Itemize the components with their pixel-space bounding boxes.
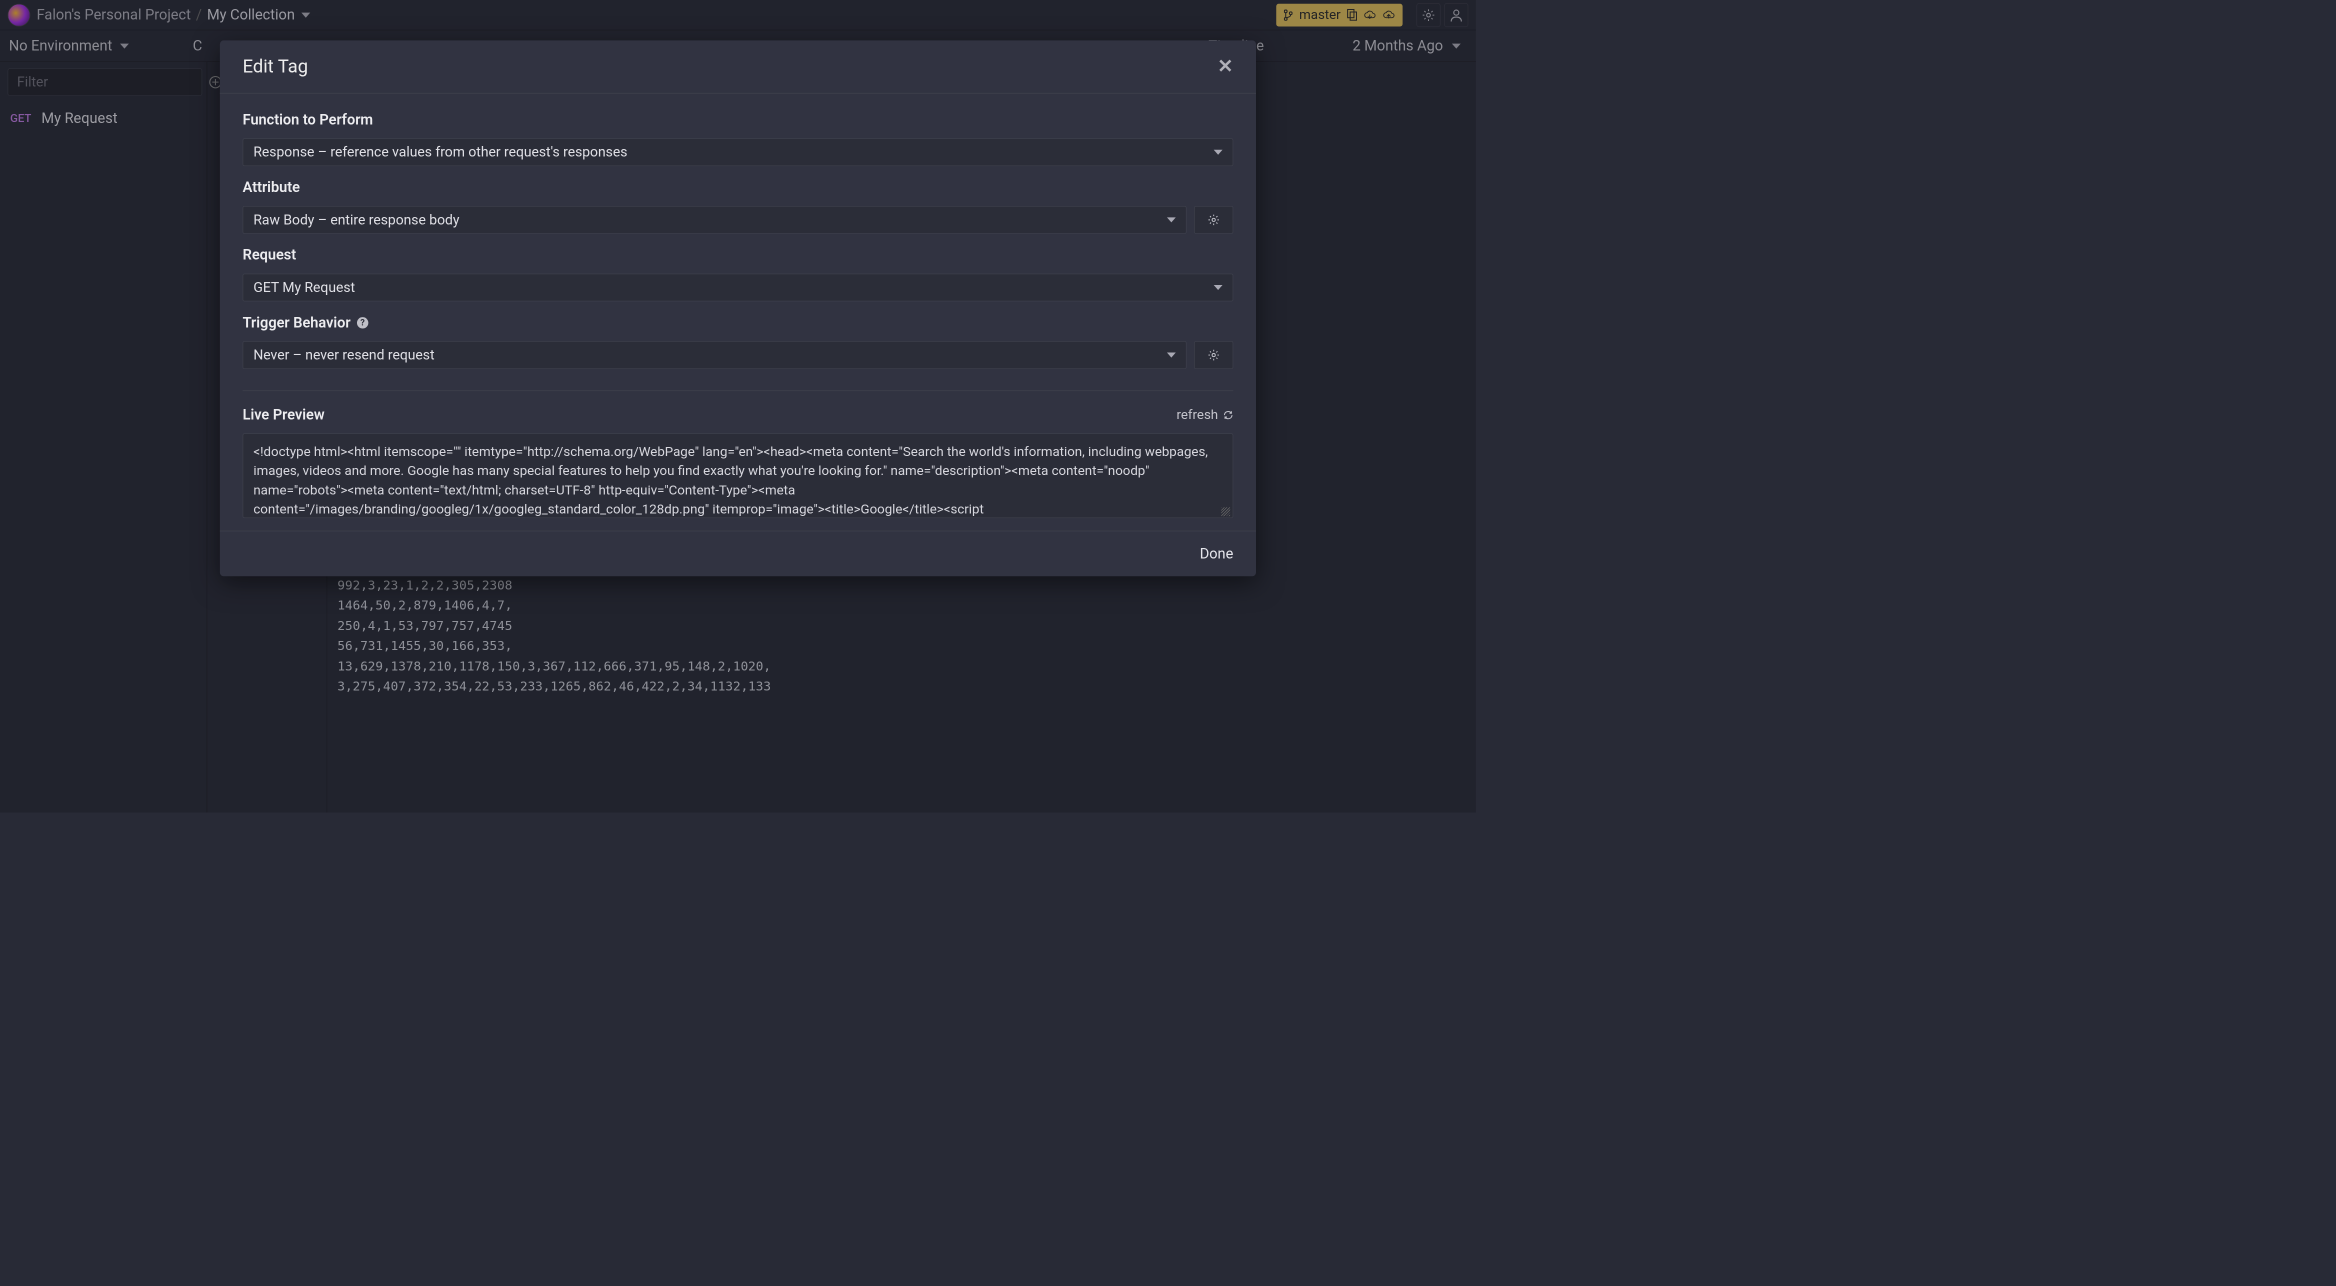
preview-textarea[interactable]: <!doctype html><html itemscope="" itemty… bbox=[243, 433, 1234, 518]
resize-grip[interactable] bbox=[1221, 507, 1230, 516]
chevron-down-icon bbox=[1167, 217, 1176, 222]
refresh-button[interactable]: refresh bbox=[1177, 407, 1234, 422]
edit-tag-modal: Edit Tag ✕ Function to Perform Response … bbox=[220, 40, 1256, 576]
trigger-settings-button[interactable] bbox=[1194, 341, 1233, 369]
function-label: Function to Perform bbox=[243, 111, 1234, 128]
chevron-down-icon bbox=[1214, 150, 1223, 155]
modal-title: Edit Tag bbox=[243, 56, 308, 77]
done-button[interactable]: Done bbox=[1200, 545, 1234, 562]
gear-icon bbox=[1207, 349, 1220, 362]
refresh-icon bbox=[1223, 410, 1233, 420]
trigger-label: Trigger Behavior ? bbox=[243, 314, 1234, 331]
attribute-label: Attribute bbox=[243, 179, 1234, 196]
close-button[interactable]: ✕ bbox=[1217, 56, 1233, 78]
gear-icon bbox=[1207, 214, 1220, 227]
attribute-select[interactable]: Raw Body – entire response body bbox=[243, 206, 1187, 234]
preview-label: Live Preview bbox=[243, 406, 325, 423]
chevron-down-icon bbox=[1214, 285, 1223, 290]
request-select[interactable]: GET My Request bbox=[243, 274, 1234, 302]
function-select[interactable]: Response – reference values from other r… bbox=[243, 138, 1234, 166]
trigger-select[interactable]: Never – never resend request bbox=[243, 341, 1187, 369]
attribute-settings-button[interactable] bbox=[1194, 206, 1233, 234]
chevron-down-icon bbox=[1167, 353, 1176, 358]
modal-overlay: Edit Tag ✕ Function to Perform Response … bbox=[0, 0, 1476, 812]
help-icon[interactable]: ? bbox=[357, 317, 368, 328]
request-label: Request bbox=[243, 246, 1234, 263]
